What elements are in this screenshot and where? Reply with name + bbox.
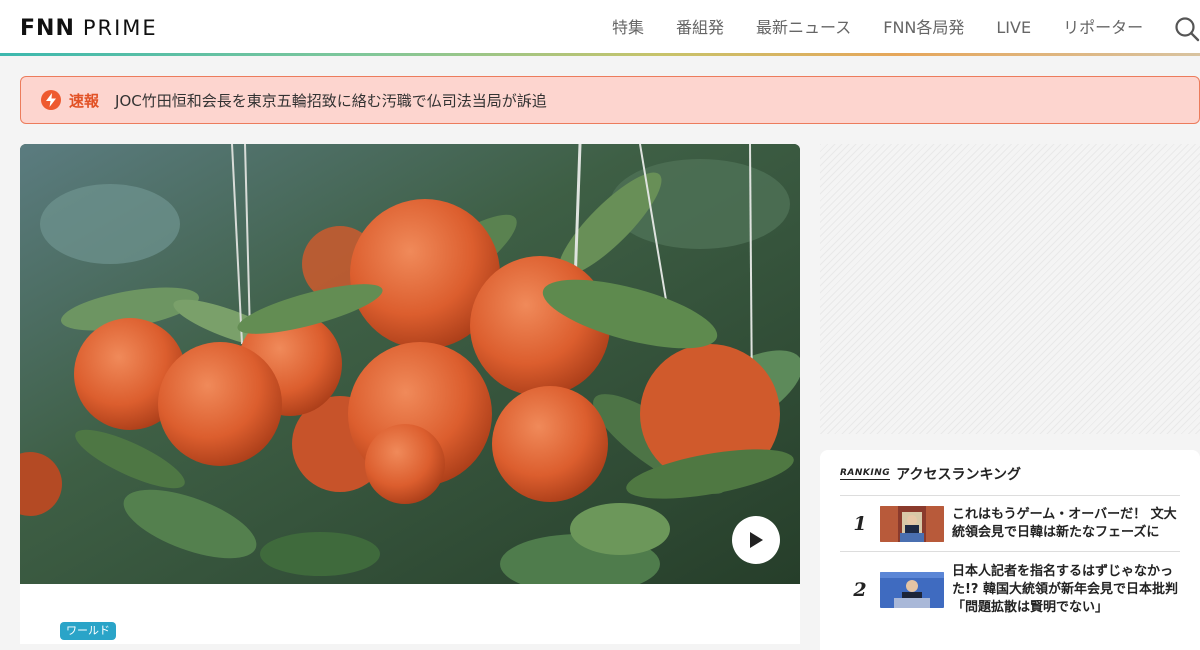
logo-bold: FNN bbox=[20, 15, 75, 41]
search-icon bbox=[1175, 17, 1200, 42]
oranges-photo bbox=[20, 144, 800, 584]
rank-number: 2 bbox=[853, 578, 867, 601]
breaking-headline[interactable]: JOC竹田恒和会長を東京五輪招致に絡む汚職で仏司法当局が訴追 bbox=[115, 90, 547, 111]
play-video-button[interactable] bbox=[732, 516, 780, 564]
nav-item-live[interactable]: LIVE bbox=[996, 16, 1031, 40]
ranking-item-title: これはもうゲーム・オーバーだ！ 文大統領会見で日韓は新たなフェーズに bbox=[952, 506, 1177, 540]
article-card: ワールド bbox=[20, 584, 800, 644]
ranking-thumbnail bbox=[880, 571, 944, 608]
header-gradient-bar bbox=[0, 53, 1200, 56]
hero-image[interactable] bbox=[20, 144, 800, 584]
ranking-badge: RANKING bbox=[840, 468, 891, 480]
breaking-label: 速報 bbox=[69, 91, 100, 110]
nav-item-programs[interactable]: 番組発 bbox=[676, 16, 724, 40]
breaking-news-banner[interactable]: 速報 JOC竹田恒和会長を東京五輪招致に絡む汚職で仏司法当局が訴追 bbox=[20, 76, 1200, 124]
ranking-item-title: 日本人記者を指名するはずじゃなかった!? 韓国大統領が新年会見で日本批判「問題拡… bbox=[952, 563, 1178, 615]
ranking-thumbnail bbox=[880, 505, 944, 542]
site-header: FNN PRIME 特集 番組発 最新ニュース FNN各局発 LIVE リポータ… bbox=[0, 0, 1200, 56]
ranking-item[interactable]: 2 日本人記者を指名するはずじゃなかった!? 韓国大統領が新年会見で日本批判「問… bbox=[840, 551, 1180, 627]
play-icon bbox=[750, 532, 763, 548]
nav-item-latest-news[interactable]: 最新ニュース bbox=[756, 16, 851, 40]
nav-item-features[interactable]: 特集 bbox=[612, 16, 644, 40]
nav-item-local-stations[interactable]: FNN各局発 bbox=[883, 16, 964, 40]
ranking-header: RANKING アクセスランキング bbox=[840, 464, 1021, 484]
search-button[interactable] bbox=[1174, 16, 1200, 42]
logo-light: PRIME bbox=[82, 16, 158, 40]
lightning-icon bbox=[41, 90, 61, 110]
site-logo[interactable]: FNN PRIME bbox=[20, 14, 158, 42]
access-ranking: RANKING アクセスランキング 1 これはもうゲーム・オーバーだ！ 文大統領… bbox=[820, 450, 1200, 650]
category-tag[interactable]: ワールド bbox=[60, 622, 116, 640]
rank-number: 1 bbox=[853, 512, 867, 535]
main-nav: 特集 番組発 最新ニュース FNN各局発 LIVE リポーター bbox=[612, 16, 1143, 40]
ranking-item[interactable]: 1 これはもうゲーム・オーバーだ！ 文大統領会見で日韓は新たなフェーズに bbox=[840, 495, 1180, 551]
nav-item-reporters[interactable]: リポーター bbox=[1063, 16, 1143, 40]
ranking-title: アクセスランキング bbox=[896, 467, 1022, 483]
ad-placeholder bbox=[820, 144, 1200, 434]
